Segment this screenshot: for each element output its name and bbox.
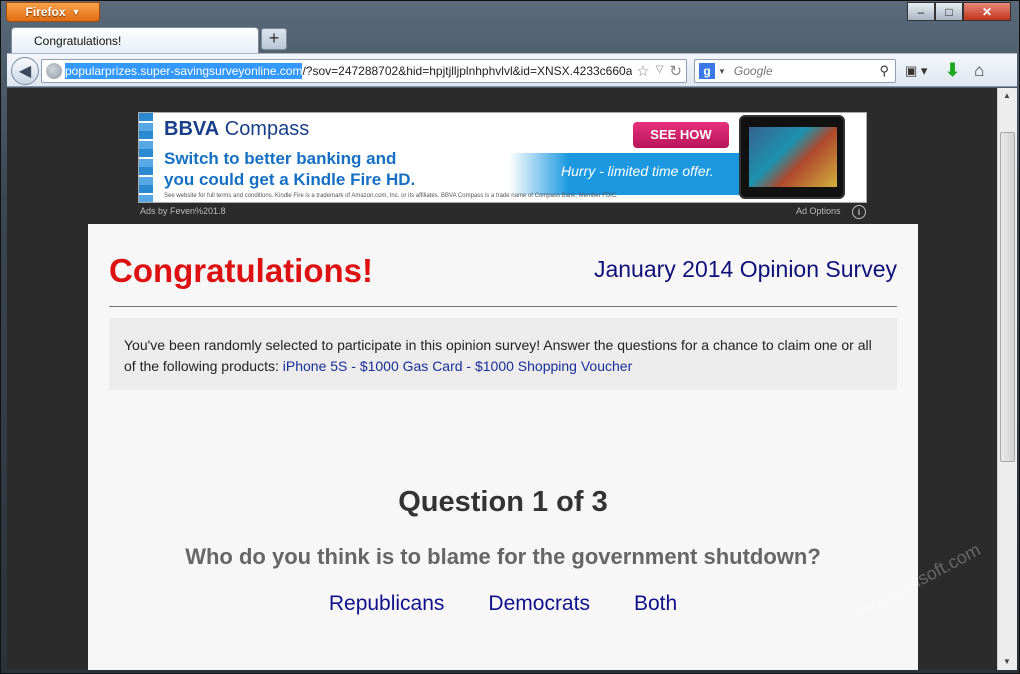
firefox-menu-label: Firefox (25, 5, 66, 19)
chevron-down-icon: ▼ (71, 7, 81, 17)
globe-icon (46, 63, 62, 79)
toolbar-icons: ▣ ▾ ⬇ ⌂ (905, 60, 984, 81)
browser-window: Firefox ▼ – □ ✕ Congratulations! + ◀ pop… (0, 0, 1020, 674)
minimize-button[interactable]: – (907, 2, 935, 21)
ads-by-label[interactable]: Ads by Feven%201.8 (140, 206, 226, 216)
tab-title: Congratulations! (34, 34, 122, 48)
chevron-down-icon[interactable]: ▼ (718, 67, 726, 76)
firefox-menu-button[interactable]: Firefox ▼ (6, 2, 100, 22)
ad-stripes (139, 113, 153, 202)
url-host: popularprizes.super-savingsurveyonline.c… (65, 63, 303, 79)
question-heading: Question 1 of 3 (398, 486, 608, 518)
survey-title: January 2014 Opinion Survey (593, 256, 897, 282)
back-button[interactable]: ◀ (11, 57, 39, 85)
download-icon[interactable]: ⬇ (945, 60, 960, 81)
home-icon[interactable]: ⌂ (974, 61, 984, 81)
see-how-button[interactable]: SEE HOW (633, 122, 729, 148)
products-list: iPhone 5S - $1000 Gas Card - $1000 Shopp… (282, 358, 633, 374)
vertical-scrollbar[interactable]: ▲ ▼ (997, 88, 1017, 670)
ad-brand: BBVA Compass (164, 118, 310, 140)
scrollbar-thumb[interactable] (1000, 132, 1015, 462)
window-controls: – □ ✕ (907, 2, 1011, 21)
google-engine-icon[interactable]: g (699, 63, 715, 79)
scroll-up-icon[interactable]: ▲ (998, 88, 1016, 104)
intro-message: You've been randomly selected to partici… (109, 318, 897, 390)
navigation-toolbar: ◀ popularprizes.super-savingsurveyonline… (7, 53, 1017, 87)
new-tab-button[interactable]: + (261, 28, 287, 50)
close-button[interactable]: ✕ (963, 2, 1011, 21)
bookmarks-menu-icon[interactable]: ▣ ▾ (905, 61, 931, 81)
ad-offer-text: Hurry - limited time offer. (561, 163, 714, 179)
url-bar-icons: ☆ ▽ ↻ (632, 62, 682, 80)
answer-options: Republicans Democrats Both (88, 592, 918, 616)
tab-congratulations[interactable]: Congratulations! (11, 27, 259, 53)
ad-headline: Switch to better banking and you could g… (164, 149, 416, 189)
answer-both[interactable]: Both (634, 592, 677, 616)
reload-icon[interactable]: ↻ (669, 62, 682, 80)
search-bar[interactable]: g ▼ Google ⚲ (694, 59, 896, 83)
maximize-button[interactable]: □ (935, 2, 963, 21)
ad-banner[interactable]: BBVA Compass Switch to better banking an… (138, 112, 867, 203)
info-icon[interactable]: i (852, 205, 866, 219)
ad-fine-print: See website for full terms and condition… (164, 193, 618, 199)
ad-options-link[interactable]: Ad Options (796, 206, 841, 216)
history-dropdown-icon[interactable]: ▽ (656, 62, 664, 80)
scroll-down-icon[interactable]: ▼ (998, 654, 1016, 670)
search-input[interactable]: Google (734, 64, 880, 78)
congrats-heading: Congratulations! (109, 252, 373, 289)
search-icon[interactable]: ⚲ (879, 63, 889, 79)
url-path: /?sov=247288702&hid=hpjtjlljplnhphvlvl&i… (302, 64, 633, 78)
url-bar[interactable]: popularprizes.super-savingsurveyonline.c… (41, 59, 687, 83)
kindle-tablet-image (739, 115, 845, 199)
page-content: BBVA Compass Switch to better banking an… (7, 88, 997, 670)
survey-panel: Congratulations! January 2014 Opinion Su… (88, 224, 918, 670)
question-text: Who do you think is to blame for the gov… (185, 544, 821, 569)
bookmark-star-icon[interactable]: ☆ (636, 62, 649, 80)
back-arrow-icon: ◀ (18, 63, 32, 80)
answer-democrats[interactable]: Democrats (488, 592, 590, 616)
divider (109, 306, 897, 307)
answer-republicans[interactable]: Republicans (329, 592, 445, 616)
